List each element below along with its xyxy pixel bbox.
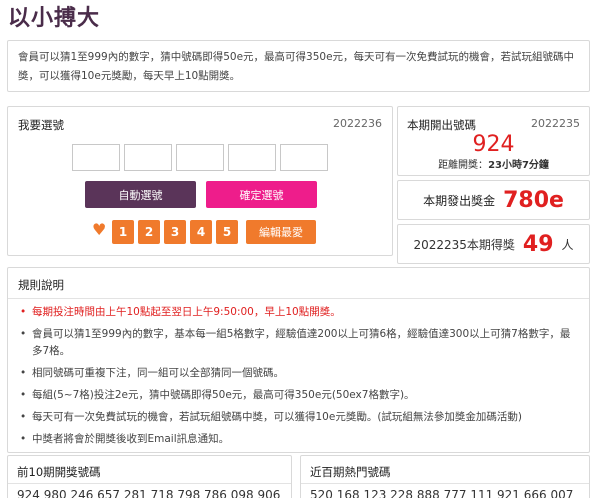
bullet-icon: •	[20, 328, 27, 340]
bullet-icon: •	[20, 367, 27, 379]
number-picker-panel: 我要選號 2022236 自動選號 確定選號 ♥ 1 2 3 4 5 編輯最愛	[7, 106, 393, 256]
rule-item: • 相同號碼可重複下注，同一組可以全部猜同一個號碼。	[18, 365, 578, 382]
picker-heading: 我要選號	[18, 118, 64, 132]
favorite-5-button[interactable]: 5	[216, 220, 238, 244]
prev10-heading: 前10期開獎號碼	[17, 465, 101, 479]
winners-unit: 人	[561, 237, 574, 252]
auto-pick-button[interactable]: 自動選號	[85, 181, 196, 208]
number-slot-2[interactable]	[124, 144, 172, 171]
prize-value: 780e	[503, 187, 564, 213]
prev10-numbers: 924 980 246 657 281 718 798 786 098 906	[17, 488, 281, 498]
bullet-icon: •	[20, 306, 27, 318]
draw-heading: 本期開出號碼	[407, 118, 476, 132]
confirm-pick-button[interactable]: 確定選號	[206, 181, 317, 208]
number-slot-4[interactable]	[228, 144, 276, 171]
rules-panel: 規則說明 • 每期投注時間由上午10點起至翌日上午9:50:00，早上10點開獎。…	[7, 267, 590, 453]
favorite-4-button[interactable]: 4	[190, 220, 212, 244]
heart-icon[interactable]: ♥	[92, 220, 106, 239]
prev10-divider	[8, 483, 291, 484]
picker-issue: 2022236	[333, 117, 382, 130]
rule-item: • 每期投注時間由上午10點起至翌日上午9:50:00，早上10點開獎。	[18, 304, 578, 321]
edit-favorites-button[interactable]: 編輯最愛	[246, 220, 316, 244]
bullet-icon: •	[20, 389, 27, 401]
prize-panel: 本期發出獎金 780e	[397, 180, 590, 220]
rule-item: • 每天可有一次免費試玩的機會，若試玩組號碼中獎，可以獲得10e元獎勵。(試玩組無…	[18, 409, 578, 426]
number-slot-3[interactable]	[176, 144, 224, 171]
page-title: 以小搏大	[8, 6, 101, 31]
number-slot-5[interactable]	[280, 144, 328, 171]
intro-panel: 會員可以猜1至999內的數字，猜中號碼即得50e元，最高可得350e元，每天可有…	[7, 40, 590, 92]
hot100-numbers: 520 168 123 228 888 777 111 921 666 007	[310, 488, 574, 498]
rules-divider	[8, 298, 589, 299]
favorite-number-buttons: 1 2 3 4 5	[112, 220, 238, 244]
hot100-divider	[301, 483, 589, 484]
rule-item: • 會員可以猜1至999內的數字，基本每一組5格數字，經驗值達200以上可猜6格，…	[20, 328, 571, 357]
draw-number: 924	[472, 132, 515, 157]
draw-countdown: 距離開獎：23小時7分鐘	[398, 156, 589, 171]
hot-100-numbers-panel: 近百期熱門號碼 520 168 123 228 888 777 111 921 …	[300, 455, 590, 498]
rules-list: • 每期投注時間由上午10點起至翌日上午9:50:00，早上10點開獎。 • 會員可…	[18, 304, 578, 453]
winners-count: 49	[522, 231, 554, 257]
rules-heading: 規則說明	[18, 278, 64, 292]
countdown-label: 距離開獎：	[438, 160, 489, 171]
rule-item: • 每組(5~7格)投注2e元，猜中號碼即得50e元，最高可得350e元(50ex…	[18, 387, 578, 404]
intro-text: 會員可以猜1至999內的數字，猜中號碼即得50e元，最高可得350e元，每天可有…	[18, 51, 575, 82]
current-draw-panel: 本期開出號碼 2022235 924 距離開獎：23小時7分鐘	[397, 106, 590, 176]
bullet-icon: •	[20, 411, 27, 423]
number-slots	[72, 144, 328, 171]
prize-label: 本期發出獎金	[423, 193, 496, 208]
favorite-1-button[interactable]: 1	[112, 220, 134, 244]
winners-label: 2022235本期得獎	[413, 237, 515, 252]
countdown-value: 23小時7分鐘	[488, 160, 549, 171]
draw-issue: 2022235	[531, 117, 580, 130]
hot100-heading: 近百期熱門號碼	[310, 465, 391, 479]
favorite-2-button[interactable]: 2	[138, 220, 160, 244]
winners-panel: 2022235本期得獎 49 人	[397, 224, 590, 264]
rule-item: • 中獎者將會於開獎後收到Email訊息通知。	[18, 431, 578, 448]
number-slot-1[interactable]	[72, 144, 120, 171]
favorite-3-button[interactable]: 3	[164, 220, 186, 244]
bullet-icon: •	[20, 433, 27, 445]
previous-10-draws-panel: 前10期開獎號碼 924 980 246 657 281 718 798 786…	[7, 455, 292, 498]
